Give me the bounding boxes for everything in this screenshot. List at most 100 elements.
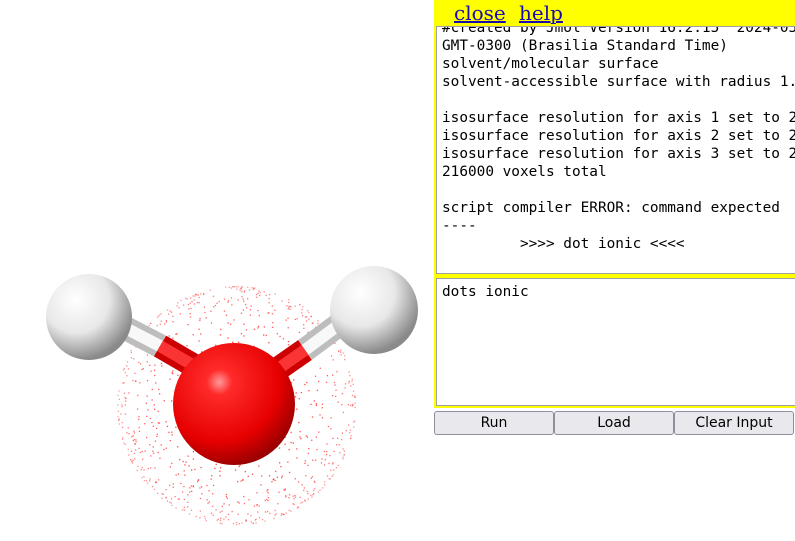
console-output-line: isosurface resolution for axis 1 set to … bbox=[442, 110, 795, 126]
surface-dot bbox=[344, 359, 346, 361]
console-output-line: #created by Jmol Version 16.2.15 2024-05 bbox=[442, 26, 795, 36]
surface-dot bbox=[188, 513, 191, 515]
surface-dot bbox=[230, 287, 233, 289]
surface-dot bbox=[195, 515, 197, 518]
surface-dot bbox=[124, 397, 126, 399]
console-input[interactable]: dots ionic bbox=[436, 278, 795, 406]
surface-dot bbox=[339, 452, 341, 454]
surface-dot bbox=[255, 518, 257, 521]
surface-dot bbox=[117, 394, 119, 396]
surface-dot bbox=[187, 494, 189, 496]
surface-dot bbox=[177, 498, 179, 500]
surface-dot bbox=[141, 368, 143, 371]
surface-dot bbox=[296, 448, 298, 450]
molecule-canvas[interactable] bbox=[0, 0, 434, 541]
surface-dot bbox=[219, 519, 222, 521]
surface-dot bbox=[342, 411, 345, 413]
surface-dot bbox=[192, 451, 195, 453]
surface-dot bbox=[269, 512, 271, 515]
surface-dot bbox=[288, 449, 290, 451]
surface-dot bbox=[157, 451, 159, 454]
surface-dot bbox=[300, 438, 302, 440]
surface-dot bbox=[237, 481, 239, 483]
surface-dot bbox=[332, 359, 334, 361]
surface-dot bbox=[349, 404, 351, 407]
surface-dot bbox=[259, 291, 261, 294]
surface-dot bbox=[178, 307, 180, 309]
surface-dot bbox=[219, 467, 222, 469]
surface-dot bbox=[331, 395, 334, 397]
surface-dot bbox=[275, 470, 277, 473]
surface-dot bbox=[211, 475, 213, 477]
surface-dot bbox=[215, 463, 217, 466]
close-link[interactable]: close bbox=[454, 0, 506, 26]
surface-dot bbox=[273, 517, 275, 520]
surface-dot bbox=[192, 486, 195, 488]
surface-dot bbox=[341, 439, 343, 441]
surface-dot bbox=[210, 478, 212, 480]
load-button[interactable]: Load bbox=[554, 411, 674, 435]
surface-dot bbox=[140, 469, 142, 471]
clear-input-button[interactable]: Clear Input bbox=[674, 411, 794, 435]
surface-dot bbox=[327, 425, 330, 428]
surface-dot bbox=[344, 355, 346, 357]
run-button[interactable]: Run bbox=[434, 411, 554, 435]
surface-dot bbox=[132, 462, 134, 464]
surface-dot bbox=[298, 481, 300, 483]
surface-dot bbox=[154, 374, 156, 377]
surface-dot bbox=[163, 448, 165, 451]
surface-dot bbox=[311, 439, 313, 441]
surface-dot bbox=[171, 311, 173, 313]
surface-dot bbox=[312, 489, 315, 492]
surface-dot bbox=[198, 328, 200, 330]
surface-dot bbox=[292, 442, 294, 444]
surface-dot bbox=[149, 417, 151, 420]
surface-dot bbox=[268, 302, 270, 304]
surface-dot bbox=[274, 309, 276, 311]
molecule-viewer[interactable] bbox=[0, 0, 434, 541]
surface-dot bbox=[240, 333, 243, 335]
surface-dot bbox=[333, 450, 335, 453]
surface-dot bbox=[290, 441, 292, 444]
surface-dot bbox=[126, 361, 129, 363]
surface-dot bbox=[311, 476, 314, 478]
surface-dot bbox=[225, 314, 228, 316]
surface-dot bbox=[271, 481, 273, 483]
surface-dot bbox=[161, 497, 163, 499]
surface-dot bbox=[315, 403, 318, 405]
surface-dot bbox=[354, 395, 356, 397]
surface-dot bbox=[243, 495, 245, 498]
surface-dot bbox=[296, 318, 298, 320]
surface-dot bbox=[352, 390, 355, 392]
surface-dot bbox=[299, 496, 301, 498]
surface-dot bbox=[239, 289, 241, 291]
help-link[interactable]: help bbox=[519, 0, 563, 26]
surface-dot bbox=[307, 452, 309, 455]
surface-dot bbox=[149, 364, 151, 366]
surface-dot bbox=[287, 317, 289, 319]
surface-dot bbox=[131, 436, 133, 438]
surface-dot bbox=[165, 447, 167, 449]
surface-dot bbox=[123, 392, 126, 394]
surface-dot bbox=[338, 444, 340, 446]
surface-dot bbox=[247, 475, 249, 477]
surface-dot bbox=[192, 458, 194, 460]
surface-dot bbox=[141, 466, 143, 469]
surface-dot bbox=[220, 328, 222, 331]
surface-dot bbox=[138, 418, 140, 421]
surface-dot bbox=[324, 459, 326, 461]
surface-dot bbox=[319, 489, 321, 491]
surface-dot bbox=[137, 465, 139, 467]
surface-dot bbox=[200, 466, 202, 469]
surface-dot bbox=[302, 315, 304, 317]
surface-dot bbox=[212, 484, 215, 487]
console-output[interactable]: #created by Jmol Version 16.2.15 2024-05… bbox=[436, 26, 795, 274]
surface-dot bbox=[240, 312, 243, 314]
surface-dot bbox=[177, 446, 179, 448]
surface-dot bbox=[146, 482, 149, 484]
surface-dot bbox=[320, 462, 323, 464]
surface-dot bbox=[301, 309, 303, 311]
surface-dot bbox=[292, 495, 294, 497]
surface-dot bbox=[342, 352, 344, 354]
surface-dot bbox=[179, 458, 181, 461]
